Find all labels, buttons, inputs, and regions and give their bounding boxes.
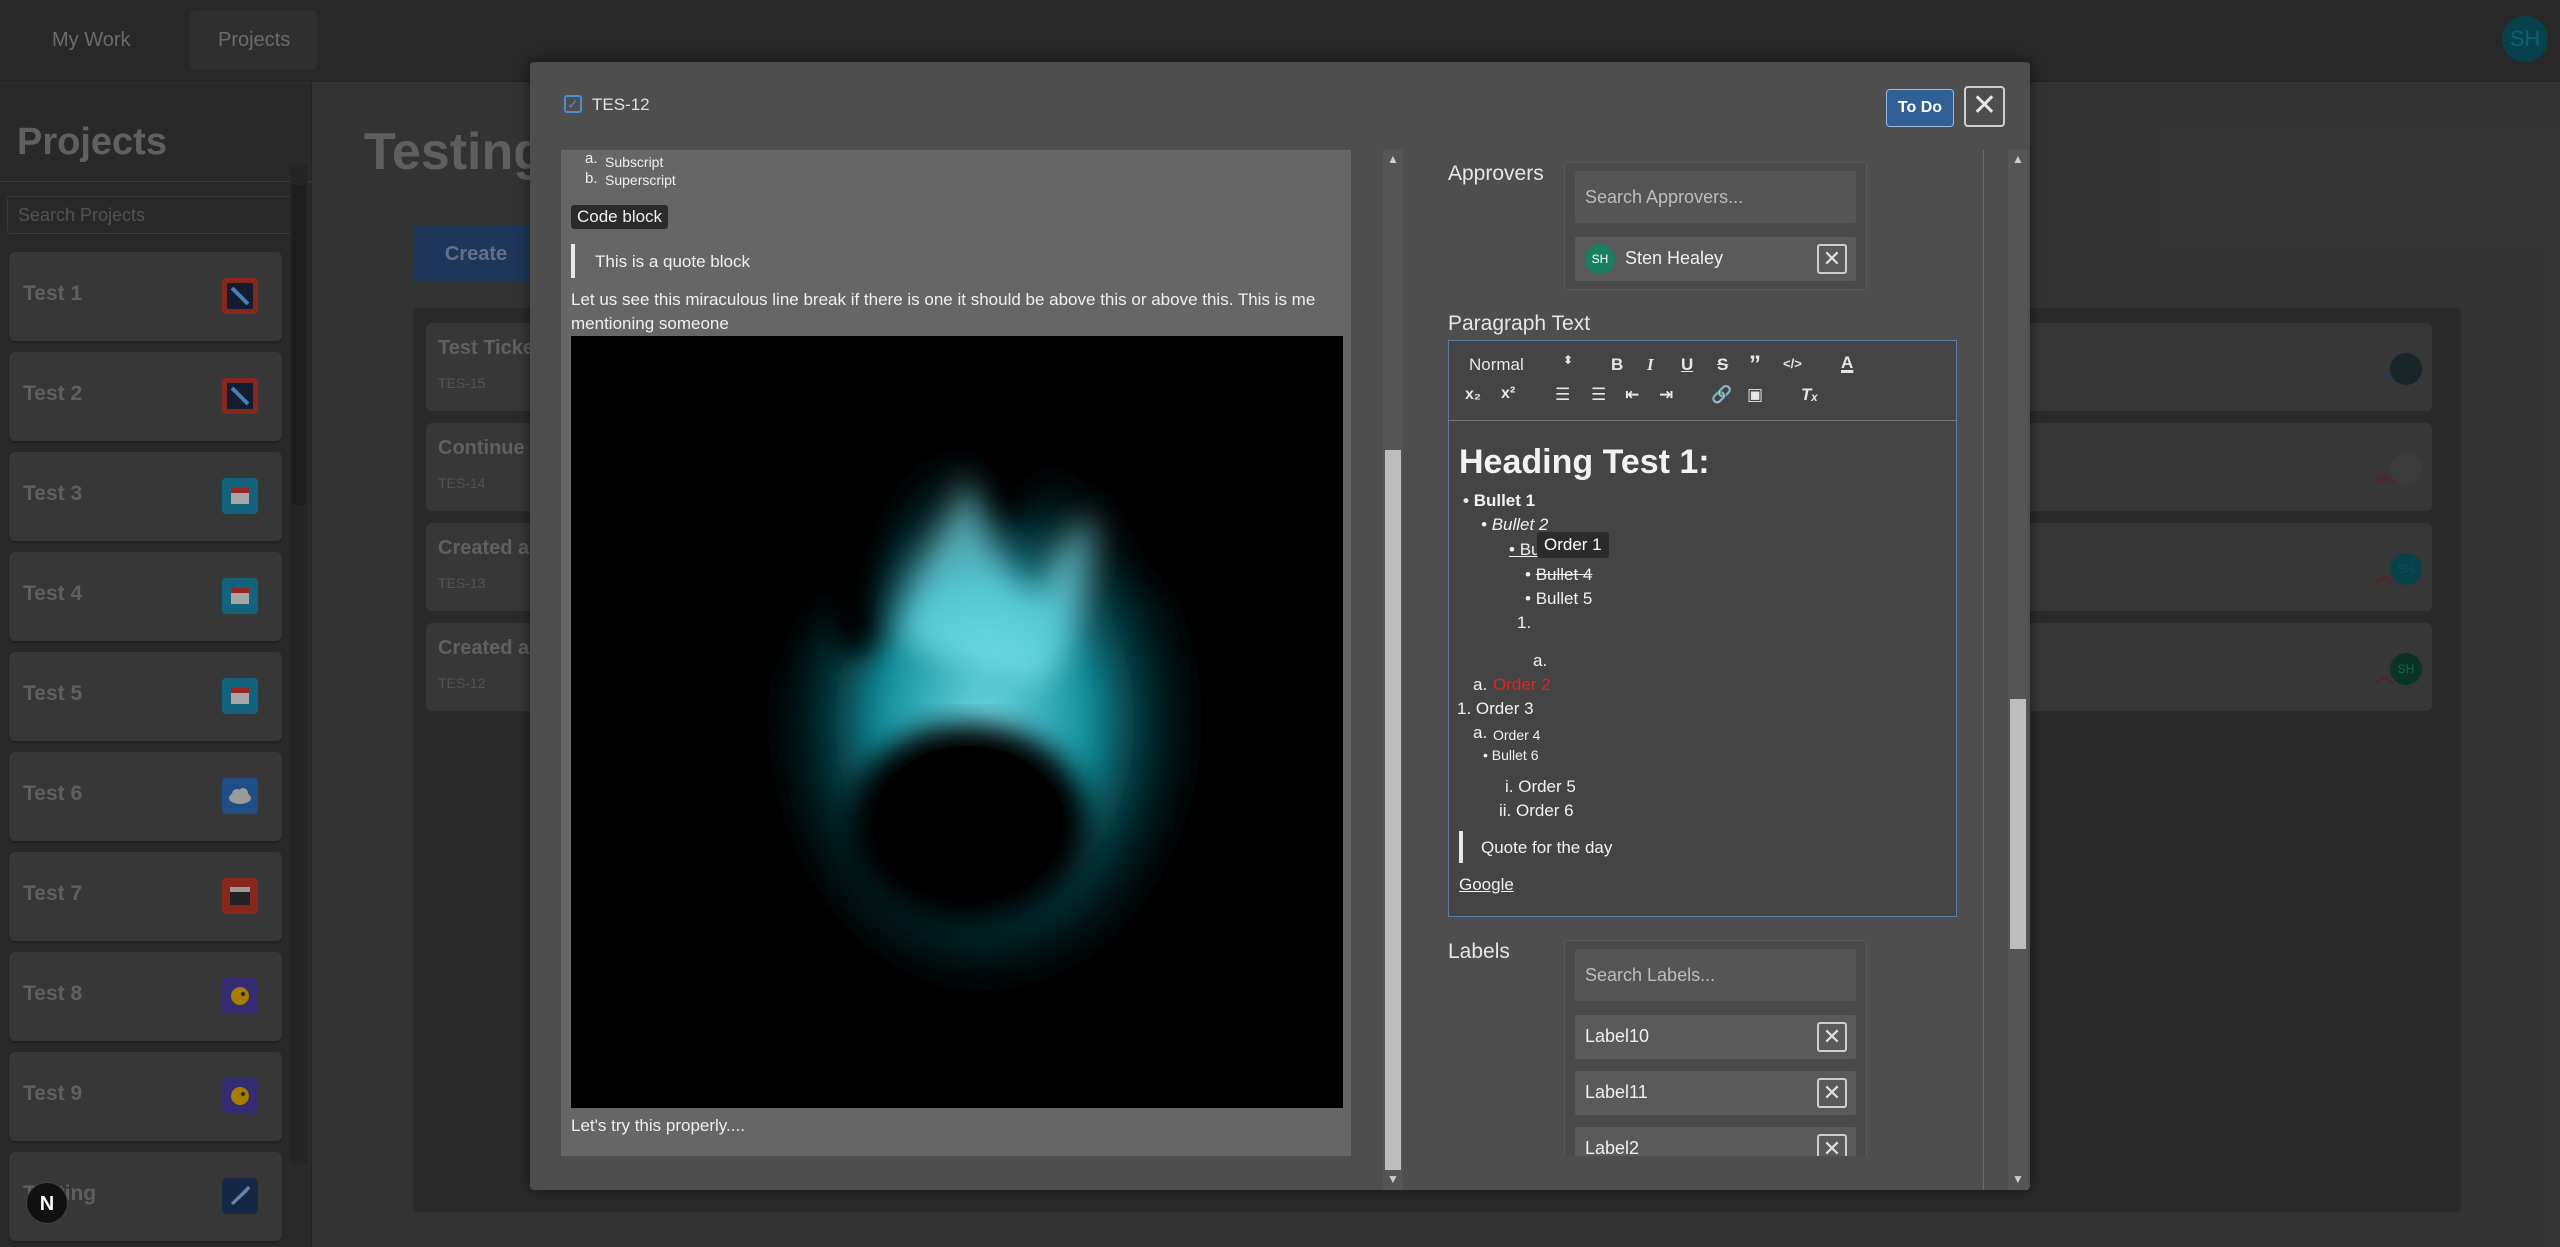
paragraph-line-2: mentioning someone [571,314,729,333]
bullet-6: • Bullet 6 [1483,747,1539,763]
bullet-1: • Bullet 1 [1463,491,1536,510]
details-scroll-thumb[interactable] [2010,699,2026,949]
flame-image [571,336,1343,1108]
paragraph-text-label: Paragraph Text [1448,312,1591,335]
framework-badge[interactable]: N [26,1182,68,1224]
ticket-details-panel: Approvers Search Approvers... SH Sten He… [1430,150,1990,1156]
approver-chip: SH Sten Healey ✕ [1575,237,1856,281]
image-icon[interactable]: ▣ [1747,385,1763,405]
remove-label-close-icon[interactable]: ✕ [1817,1078,1847,1108]
link-icon[interactable]: 🔗 [1711,385,1732,405]
approvers-search-input[interactable]: Search Approvers... [1575,171,1856,223]
subscript-icon[interactable]: x₂ [1465,386,1481,404]
indent-icon[interactable]: ⇥ [1659,385,1673,405]
task-checkbox-icon: ✓ [564,95,582,113]
approvers-box: Search Approvers... SH Sten Healey ✕ [1564,162,1867,290]
list-item-superscript: Superscript [605,172,676,188]
google-link[interactable]: Google [1459,875,1514,895]
label-chip: Label11 ✕ [1575,1071,1856,1115]
paragraph-line-1: Let us see this miraculous line break if… [571,290,1316,309]
clear-format-icon[interactable]: Tₓ [1801,385,1818,405]
ticket-key: TES-12 [592,95,650,114]
order-1-tooltip: Order 1 [1537,532,1609,558]
approver-name: Sten Healey [1625,248,1724,268]
italic-icon[interactable]: I [1647,355,1654,375]
bullet-list-icon[interactable]: ☰ [1591,385,1606,405]
bullet-1-text: Bullet 1 [1473,491,1536,510]
close-icon[interactable]: ✕ [1964,86,2005,127]
description-editor[interactable]: a. Subscript b. Superscript Code block T… [561,150,1351,1156]
labels-search-input[interactable]: Search Labels... [1575,949,1856,1001]
remove-label-close-icon[interactable]: ✕ [1817,1134,1847,1156]
labels-box: Search Labels... Label10 ✕ Label11 ✕ Label… [1564,940,1867,1156]
quote-bar [571,244,575,278]
label-chip: Label2 ✕ [1575,1127,1856,1156]
label-chip: Label10 ✕ [1575,1015,1856,1059]
bullet-5: • Bullet 5 [1525,589,1593,608]
list-marker-b: b. [585,170,598,187]
avatar: SH [1585,244,1615,274]
label-name: Label10 [1585,1026,1650,1046]
description-scroll-thumb[interactable] [1385,450,1401,1170]
code-icon[interactable]: </> [1783,356,1802,371]
heading-select[interactable]: Normal [1469,355,1524,375]
order-1-marker: 1. [1517,613,1532,632]
bold-icon[interactable]: B [1611,355,1623,375]
list-marker-a: a. [585,150,598,167]
label-name: Label2 [1585,1138,1640,1156]
order-2-marker: a. [1473,675,1488,694]
font-color-icon[interactable]: A [1841,353,1853,373]
scroll-up-arrow-icon[interactable]: ▲ [1387,152,1399,166]
status-button[interactable]: To Do [1886,89,1954,127]
order-4-marker: a. [1473,723,1488,742]
strikethrough-icon[interactable]: S [1717,355,1728,375]
editor-heading: Heading Test 1: [1459,443,1710,481]
details-scrollbar[interactable] [2008,150,2028,1190]
ticket-modal: ✓ TES-12 To Do ✕ a. Subscript b. Supersc… [530,62,2030,1190]
bullet-4-text: Bullet 4 [1535,565,1593,584]
ordered-list-icon[interactable]: ☰ [1555,385,1570,405]
blockquote-icon[interactable]: ” [1749,351,1761,379]
select-arrows-icon[interactable]: ⬍ [1563,353,1573,367]
outdent-icon[interactable]: ⇤ [1625,385,1639,405]
labels-label: Labels [1448,940,1510,963]
order-4-text: Order 4 [1493,727,1541,743]
order-3: 1. Order 3 [1457,699,1534,718]
superscript-icon[interactable]: x² [1501,385,1515,403]
bullet-6-text: Bullet 6 [1491,747,1539,763]
editor-quote-text: Quote for the day [1481,838,1613,857]
remove-approver-close-icon[interactable]: ✕ [1817,244,1847,274]
scroll-down-arrow-icon[interactable]: ▼ [2012,1172,2024,1186]
paragraph-rich-text-editor[interactable]: Normal ⬍ B I U S ” </> A x₂ x² ☰ ☰ ⇤ ⇥ 🔗… [1448,340,1957,917]
scroll-down-arrow-icon[interactable]: ▼ [1387,1172,1399,1186]
empty-list-marker: a. [1533,651,1548,670]
rich-text-toolbar: Normal ⬍ B I U S ” </> A x₂ x² ☰ ☰ ⇤ ⇥ 🔗… [1449,341,1956,421]
order-6: ii. Order 6 [1499,801,1574,820]
approvers-label: Approvers [1448,162,1544,185]
list-item-subscript: Subscript [605,154,664,170]
description-footer-text: Let's try this properly.... [571,1116,745,1135]
code-block: Code block [571,205,669,229]
order-5: i. Order 5 [1505,777,1576,796]
details-divider [1983,150,1984,1190]
remove-label-close-icon[interactable]: ✕ [1817,1022,1847,1052]
editor-quote-bar [1459,831,1463,863]
order-2-text: Order 2 [1493,675,1551,694]
bullet-5-text: Bullet 5 [1535,589,1593,608]
scroll-up-arrow-icon[interactable]: ▲ [2012,152,2024,166]
underline-icon[interactable]: U [1681,355,1693,375]
bullet-4: • Bullet 4 [1525,565,1593,584]
quote-text: This is a quote block [595,252,750,271]
label-name: Label11 [1585,1082,1648,1102]
